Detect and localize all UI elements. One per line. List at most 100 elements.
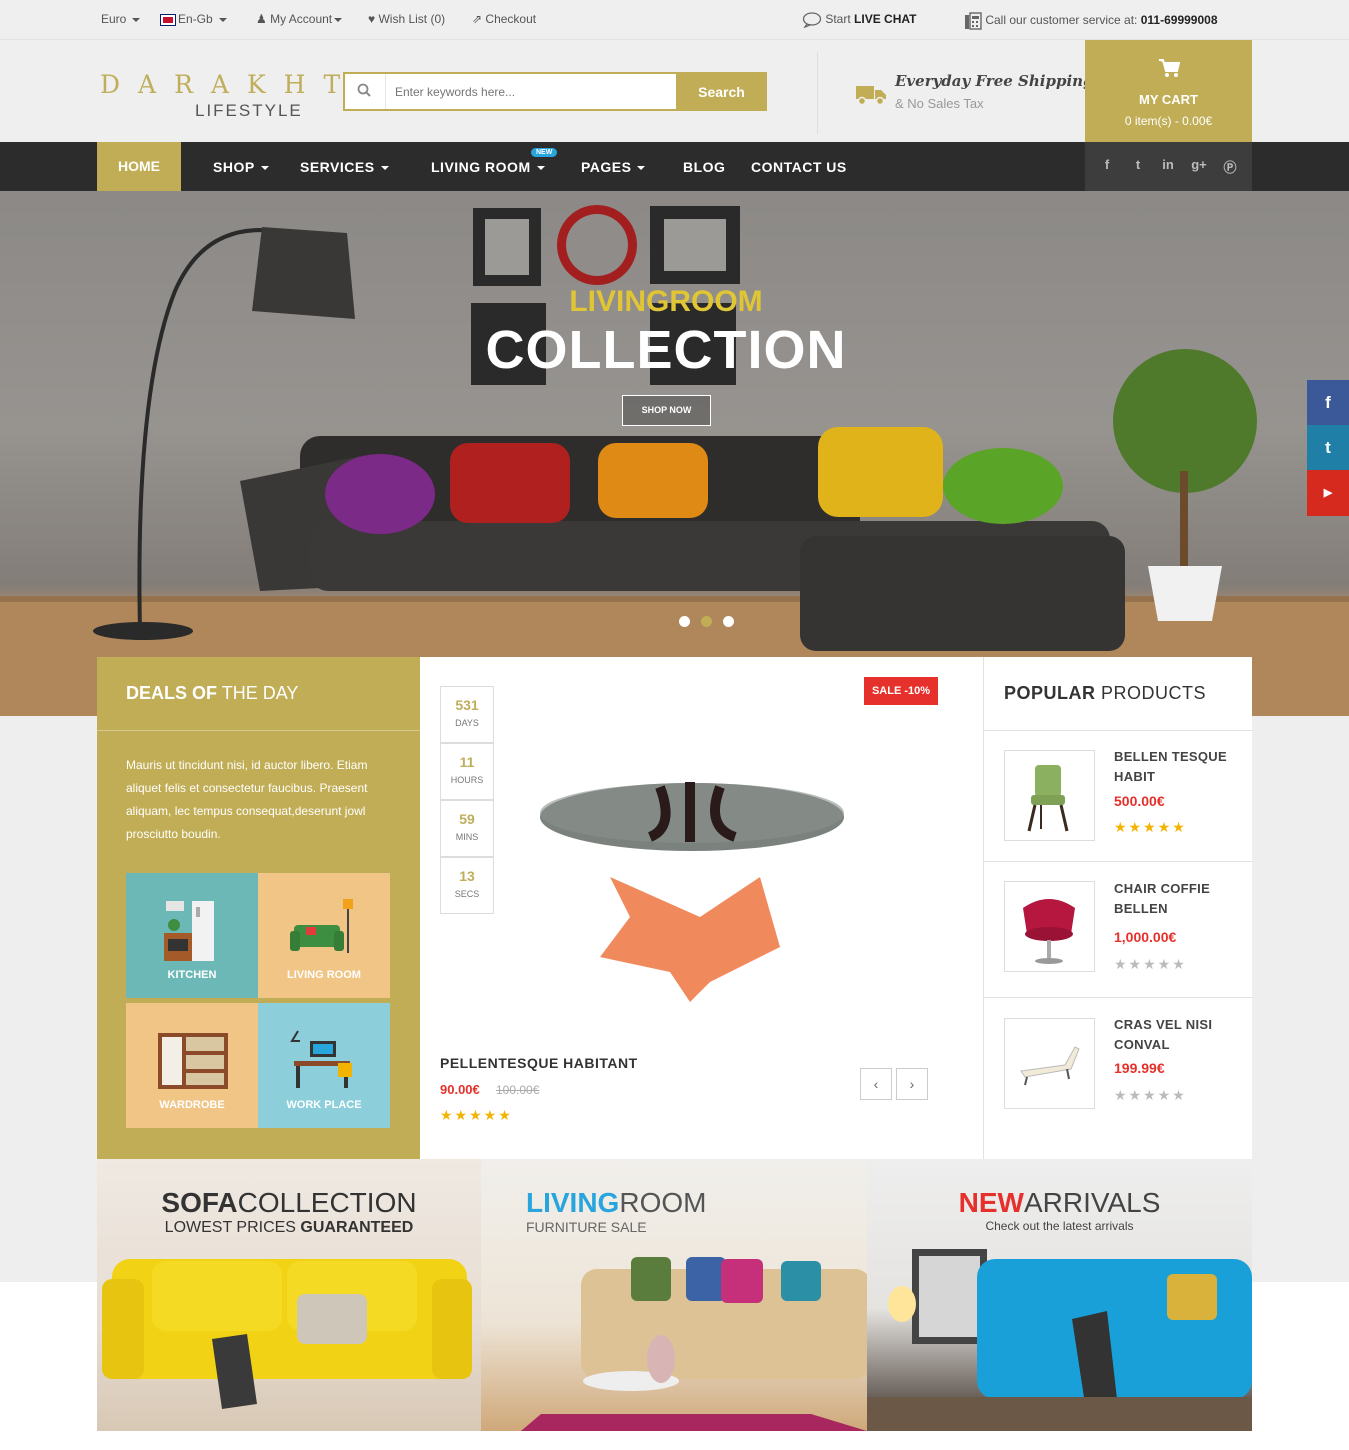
- countdown-mins: 59 MINS: [440, 800, 494, 857]
- popular-product-price: 1,000.00€: [1114, 929, 1177, 945]
- banner-living-room[interactable]: LIVINGROOM FURNITURE SALE: [481, 1159, 867, 1431]
- nav-services[interactable]: SERVICES: [300, 159, 389, 175]
- deals-description: Mauris ut tincidunt nisi, id auctor libe…: [126, 758, 368, 841]
- google-plus-icon[interactable]: g+: [1191, 157, 1207, 172]
- popular-product-image[interactable]: [1004, 1018, 1095, 1109]
- phone-icon: [965, 12, 982, 30]
- countdown-value: 13: [459, 868, 475, 884]
- popular-title: POPULAR PRODUCTS: [1004, 683, 1206, 704]
- logo[interactable]: DARAKHT: [100, 70, 358, 99]
- service-phone: 011-69999008: [1140, 13, 1218, 28]
- live-chat-link[interactable]: Start LIVE CHAT: [802, 12, 917, 29]
- category-work-place[interactable]: WORK PLACE: [258, 1003, 390, 1128]
- twitter-icon[interactable]: t: [1307, 425, 1349, 471]
- banner-title-light: ROOM: [619, 1187, 707, 1218]
- banner-title: SOFACOLLECTION: [97, 1187, 481, 1219]
- glass-table-image[interactable]: [530, 767, 850, 1007]
- main-nav: HOME SHOP SERVICES LIVING ROOM PAGES BLO…: [0, 142, 1349, 191]
- slider-dot[interactable]: [723, 616, 734, 627]
- countdown-unit: DAYS: [455, 718, 479, 728]
- slider-dot-active[interactable]: [701, 616, 712, 627]
- facebook-icon[interactable]: f: [1099, 157, 1115, 172]
- youtube-icon[interactable]: ▶: [1307, 470, 1349, 516]
- popular-product-image[interactable]: [1004, 750, 1095, 841]
- countdown-unit: SECS: [454, 889, 480, 899]
- wardrobe-icon: [158, 1033, 228, 1089]
- language-label: En-Gb: [178, 12, 213, 26]
- tile-label: WORK PLACE: [286, 1099, 362, 1111]
- nav-shop-label: SHOP: [213, 159, 255, 175]
- nav-pages[interactable]: PAGES: [581, 159, 646, 175]
- cart-title: MY CART: [1139, 92, 1198, 107]
- banner-subtitle: Check out the latest arrivals: [985, 1219, 1134, 1233]
- deal-product-name[interactable]: PELLENTESQUE HABITANT: [440, 1055, 638, 1071]
- banner-title-bold: SOFA: [161, 1187, 238, 1218]
- nav-blog[interactable]: BLOG: [683, 159, 725, 175]
- search-input[interactable]: [395, 80, 665, 103]
- popular-product-name[interactable]: BELLEN TESQUE HABIT: [1114, 747, 1244, 787]
- linkedin-icon[interactable]: in: [1160, 157, 1176, 172]
- chevron-right-icon: ›: [909, 1076, 915, 1092]
- chat-bold: LIVE CHAT: [854, 12, 917, 27]
- user-icon: ♟: [256, 12, 267, 26]
- language-select[interactable]: En-Gb: [160, 12, 227, 26]
- popular-product-rating: ★★★★★: [1114, 819, 1187, 835]
- wishlist-label: Wish List (0): [378, 12, 446, 26]
- chevron-down-icon: [132, 17, 141, 22]
- cart-summary: 0 item(s) - 0.00€: [1124, 114, 1213, 128]
- category-wardrobe[interactable]: WARDROBE: [126, 1003, 258, 1128]
- category-living-room[interactable]: LIVING ROOM: [258, 873, 390, 998]
- header-social-links: f t in g+ Ⓟ: [1085, 142, 1252, 191]
- wishlist-link[interactable]: ♥ Wish List (0): [368, 12, 445, 26]
- category-kitchen[interactable]: KITCHEN: [126, 873, 258, 998]
- slider-dot[interactable]: [679, 616, 690, 627]
- nav-home[interactable]: HOME: [97, 142, 181, 191]
- my-account-link[interactable]: ♟ My Account: [256, 12, 343, 26]
- new-badge: NEW: [531, 148, 558, 157]
- pinterest-icon[interactable]: Ⓟ: [1222, 157, 1238, 176]
- site-header: DARAKHT LIFESTYLE Search Everyday Free S…: [0, 40, 1349, 142]
- next-arrow-button[interactable]: ›: [896, 1068, 928, 1100]
- countdown-value: 59: [459, 811, 475, 827]
- popular-product-name[interactable]: CRAS VEL NISI CONVAL: [1114, 1015, 1244, 1055]
- countdown-unit: HOURS: [450, 775, 484, 785]
- living-room-illustration: [0, 191, 1349, 716]
- banner-new-arrivals[interactable]: NEWARRIVALS Check out the latest arrival…: [867, 1159, 1252, 1431]
- nav-living-room-label: LIVING ROOM: [431, 159, 531, 175]
- cart-button[interactable]: MY CART 0 item(s) - 0.00€: [1085, 40, 1252, 142]
- red-armchair-image: [1023, 899, 1075, 964]
- uk-flag-icon: [160, 13, 176, 26]
- checkout-link[interactable]: ⇗ Checkout: [472, 12, 536, 26]
- facebook-icon[interactable]: f: [1307, 380, 1349, 426]
- deals-title: DEALS OF THE DAY: [126, 683, 298, 704]
- nav-shop[interactable]: SHOP: [213, 159, 269, 175]
- tile-label: WARDROBE: [159, 1099, 225, 1111]
- shop-now-button[interactable]: SHOP NOW: [622, 395, 711, 426]
- search-button[interactable]: Search: [676, 72, 767, 111]
- twitter-icon[interactable]: t: [1130, 157, 1146, 172]
- nav-contact[interactable]: CONTACT US: [751, 159, 847, 175]
- popular-product-image[interactable]: [1004, 881, 1095, 972]
- popular-title-light: PRODUCTS: [1101, 683, 1207, 703]
- banner-sofa-collection[interactable]: SOFACOLLECTION LOWEST PRICES GUARANTEED: [97, 1159, 481, 1431]
- popular-product-rating: ★★★★★: [1114, 1087, 1187, 1103]
- customer-service: Call our customer service at: 011-699990…: [964, 12, 1218, 30]
- prev-arrow-button[interactable]: ‹: [860, 1068, 892, 1100]
- countdown-secs: 13 SECS: [440, 857, 494, 914]
- deal-product-price: 90.00€: [440, 1082, 480, 1097]
- currency-select[interactable]: Euro: [101, 12, 141, 26]
- checkout-label: Checkout: [485, 12, 537, 26]
- truck-icon: [856, 86, 886, 106]
- banner-subtitle-bold: GUARANTEED: [300, 1219, 414, 1236]
- chevron-down-icon: [260, 166, 269, 171]
- nav-living-room[interactable]: LIVING ROOM: [431, 159, 545, 175]
- popular-product-name[interactable]: CHAIR COFFIE BELLEN: [1114, 879, 1244, 919]
- chat-prefix: Start: [825, 12, 851, 27]
- banner-subtitle: LOWEST PRICES GUARANTEED: [97, 1219, 481, 1237]
- chevron-down-icon: [380, 166, 389, 171]
- banner-title-light: ARRIVALS: [1023, 1187, 1161, 1218]
- chat-bubble-icon: [802, 12, 822, 29]
- countdown-hours: 11 HOURS: [440, 743, 494, 800]
- sofa-icon: [290, 899, 353, 953]
- heart-icon: ♥: [368, 12, 376, 26]
